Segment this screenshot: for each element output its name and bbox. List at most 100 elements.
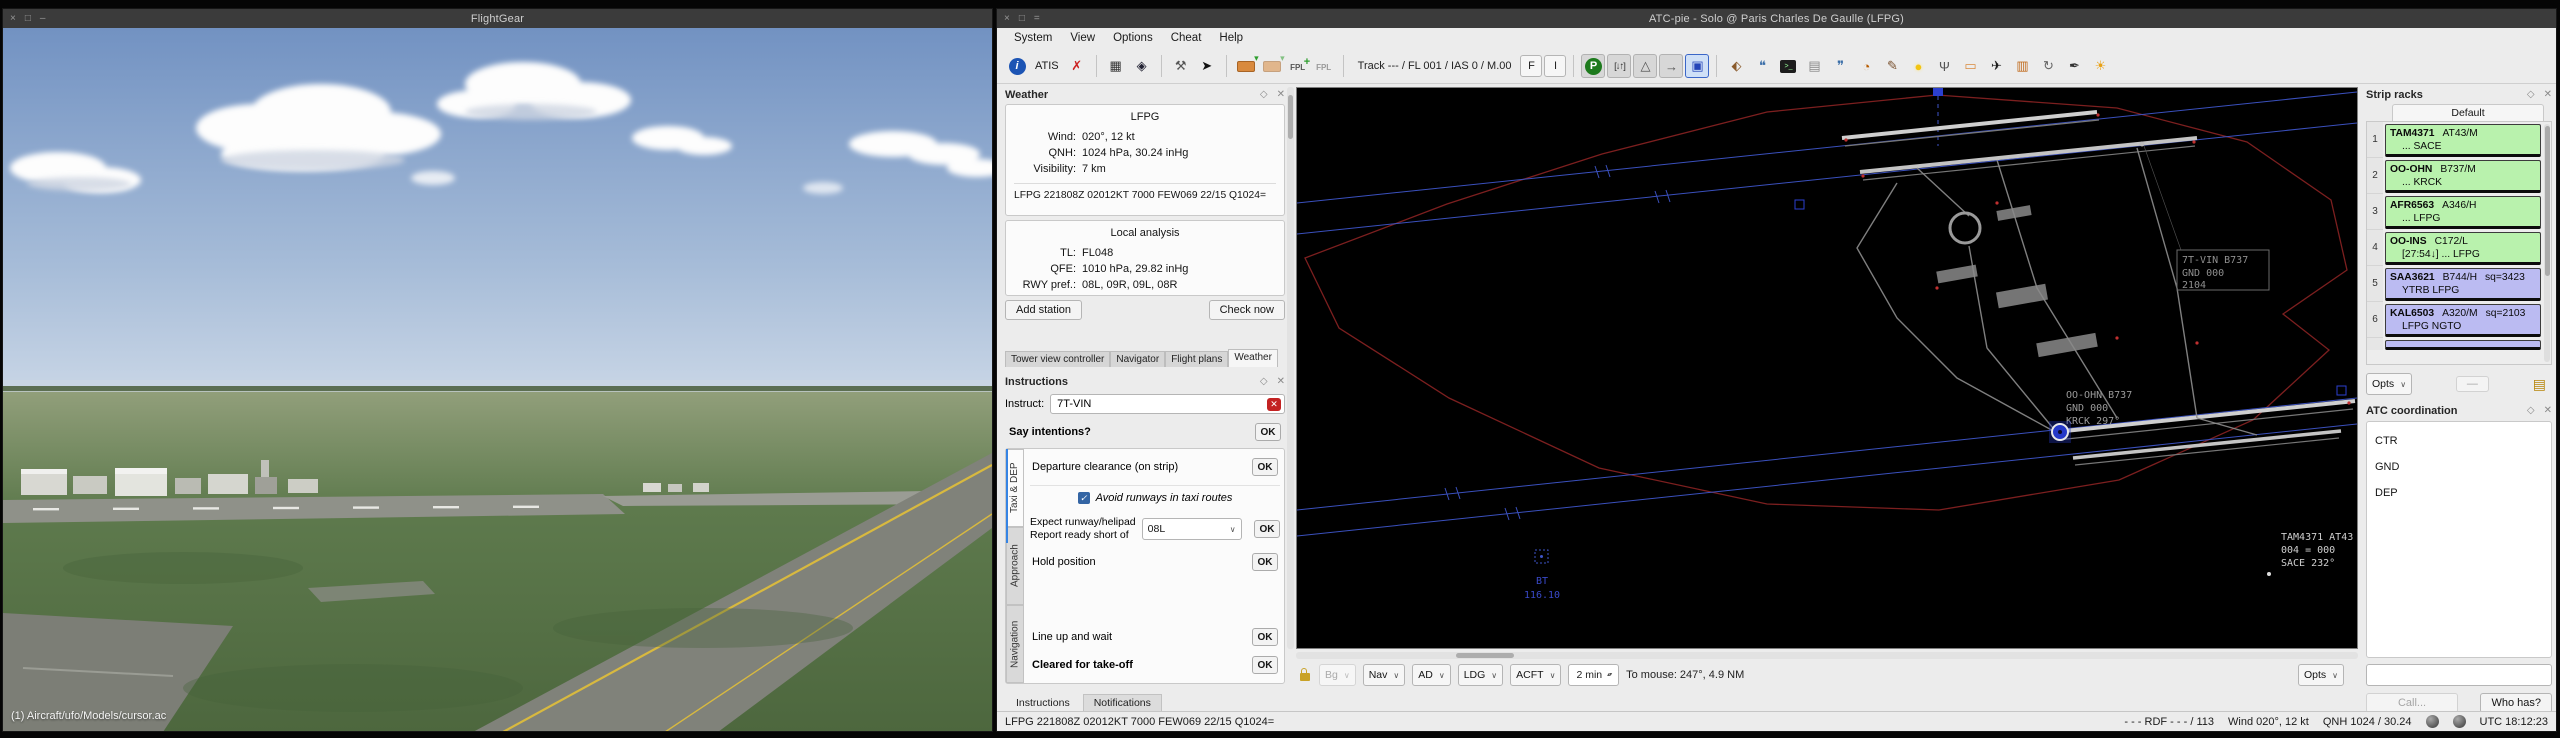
settings-tools-icon[interactable]: ⚒: [1169, 54, 1193, 78]
traffic-aircraft-icon[interactable]: ✈: [1984, 54, 2008, 78]
flightgear-titlebar[interactable]: × □ – FlightGear: [3, 9, 992, 29]
tab-navigator[interactable]: Navigator: [1110, 351, 1165, 367]
hold-position-ok-button[interactable]: OK: [1252, 553, 1278, 571]
flight-level-toggle[interactable]: F: [1520, 55, 1542, 77]
strip-search-icon[interactable]: ▭: [1958, 54, 1982, 78]
rack-icon[interactable]: ▤: [2533, 376, 2546, 393]
menu-help[interactable]: Help: [1210, 28, 1252, 49]
float-panel-icon[interactable]: ◇: [1260, 89, 1268, 100]
parking-toggle[interactable]: P: [1581, 54, 1605, 78]
close-panel-icon[interactable]: ✕: [2544, 405, 2552, 416]
notepad-icon[interactable]: ✎: [1880, 54, 1904, 78]
radar-scope[interactable]: BT 116.10 7T-VIN B737 GND 000 2104 OO-OH…: [1296, 87, 2358, 649]
minimize-icon[interactable]: –: [40, 9, 46, 28]
call-button[interactable]: Call...: [2366, 693, 2458, 713]
atc-position-ctr[interactable]: CTR: [2375, 428, 2543, 454]
radar-contact-7t-vin[interactable]: 7T-VIN B737 GND 000 2104: [2140, 142, 2270, 292]
flight-strip-partial[interactable]: [2385, 340, 2541, 350]
menu-view[interactable]: View: [1061, 28, 1104, 49]
flight-strip-saa3621[interactable]: SAA3621B744/Hsq=3423 YTRB LFPG: [2385, 268, 2541, 301]
tab-flight-plans[interactable]: Flight plans: [1165, 351, 1228, 367]
text-chat-icon[interactable]: ❞: [1828, 54, 1852, 78]
cpdlc-icon[interactable]: ❝: [1750, 54, 1774, 78]
lock-icon[interactable]: [1300, 673, 1310, 681]
runway-select[interactable]: 08L: [1142, 518, 1242, 540]
atc-position-dep[interactable]: DEP: [2375, 480, 2543, 506]
check-now-button[interactable]: Check now: [1209, 300, 1285, 320]
tab-approach[interactable]: Approach: [1006, 527, 1024, 605]
atis-button[interactable]: ATIS: [1031, 54, 1063, 78]
heading-compass-icon[interactable]: ◈: [1130, 54, 1154, 78]
ldg-layer-select[interactable]: LDG: [1458, 664, 1503, 686]
rack-tab-default[interactable]: Default: [2392, 104, 2544, 121]
instruct-callsign-input[interactable]: [1050, 394, 1285, 414]
runway-occupation-toggle[interactable]: [↓↑]: [1607, 54, 1631, 78]
radar-contact-tam4371[interactable]: TAM4371 AT43 004 = 000 SACE 232°: [2267, 532, 2353, 576]
radar-vertical-scrollbar[interactable]: [1287, 87, 1294, 649]
route-vectors-toggle[interactable]: →: [1659, 54, 1683, 78]
clock-icon[interactable]: ◔: [1854, 54, 1878, 78]
acft-layer-select[interactable]: ACFT: [1510, 664, 1561, 686]
ad-layer-select[interactable]: AD: [1412, 664, 1450, 686]
nav-layer-select[interactable]: Nav: [1363, 664, 1406, 686]
flight-strip-oo-ins[interactable]: OO-INSC172/L [27:54↓] ... LFPG: [2385, 232, 2541, 265]
flight-strip-afr6563[interactable]: AFR6563A346/H ... LFPG: [2385, 196, 2541, 229]
new-fpl-button[interactable]: FPL: [1286, 54, 1310, 78]
float-panel-icon[interactable]: ◇: [2527, 89, 2535, 100]
refresh-loop-icon[interactable]: ↻: [2036, 54, 2060, 78]
atc-position-gnd[interactable]: GND: [2375, 454, 2543, 480]
cleared-takeoff-ok-button[interactable]: OK: [1252, 656, 1278, 674]
radar-contact-oo-ohn-selected[interactable]: OO-OHN B737 GND 000 KRCK 297°: [2049, 390, 2132, 443]
tab-taxi-dep[interactable]: Taxi & DEP: [1006, 449, 1024, 527]
say-intentions-ok-button[interactable]: OK: [1255, 423, 1281, 441]
atcpie-titlebar[interactable]: × □ = ATC-pie - Solo @ Paris Charles De …: [997, 9, 2556, 29]
tab-tower-view-controller[interactable]: Tower view controller: [1005, 351, 1110, 367]
tower-view-toggle[interactable]: ▣: [1685, 54, 1709, 78]
rack-scrollbar[interactable]: [2544, 124, 2550, 362]
expect-runway-ok-button[interactable]: OK: [1254, 520, 1280, 538]
flight-strip-kal6503[interactable]: KAL6503A320/Msq=2103 LFPG NGTO: [2385, 304, 2541, 337]
close-icon[interactable]: ×: [10, 9, 16, 28]
radar-horizontal-scrollbar[interactable]: [1296, 652, 2358, 659]
add-station-button[interactable]: Add station: [1005, 300, 1082, 320]
lightbulb-button[interactable]: ●: [1906, 54, 1930, 78]
menu-system[interactable]: System: [1005, 28, 1061, 49]
flightgear-3d-view[interactable]: (1) Aircraft/ufo/Models/cursor.ac: [3, 28, 992, 731]
teacher-session-icon[interactable]: ⬖: [1724, 54, 1748, 78]
minimize-icon[interactable]: =: [1034, 9, 1040, 28]
atc-text-message-input[interactable]: [2366, 664, 2552, 686]
clear-input-icon[interactable]: [1267, 398, 1281, 411]
info-button[interactable]: i: [1005, 54, 1029, 78]
flight-strip-oo-ohn[interactable]: OO-OHNB737/M ... KRCK: [2385, 160, 2541, 193]
who-has-button[interactable]: Who has?: [2480, 693, 2552, 713]
float-panel-icon[interactable]: ◇: [2527, 405, 2535, 416]
new-strip-button[interactable]: [1234, 54, 1258, 78]
float-panel-icon[interactable]: ◇: [1260, 376, 1268, 387]
atis-dismiss-icon[interactable]: ✗: [1065, 54, 1089, 78]
marker-pen-icon[interactable]: ✒: [2062, 54, 2086, 78]
tab-navigation[interactable]: Navigation: [1006, 605, 1024, 683]
close-panel-icon[interactable]: ✕: [1277, 376, 1285, 387]
ias-toggle[interactable]: I: [1544, 55, 1566, 77]
console-button[interactable]: >_: [1776, 54, 1800, 78]
maximize-icon[interactable]: □: [1019, 9, 1025, 28]
close-panel-icon[interactable]: ✕: [1277, 89, 1285, 100]
new-linked-strip-button[interactable]: [1260, 54, 1284, 78]
radio-antenna-icon[interactable]: Ψ: [1932, 54, 1956, 78]
menu-options[interactable]: Options: [1104, 28, 1162, 49]
fpl-list-button[interactable]: FPL: [1312, 54, 1336, 78]
departure-clearance-ok-button[interactable]: OK: [1252, 458, 1278, 476]
speed-vector-time-stepper[interactable]: 2 min: [1568, 664, 1619, 686]
rack-view-icon[interactable]: ▥: [2010, 54, 2034, 78]
maximize-icon[interactable]: □: [25, 9, 31, 28]
tab-weather[interactable]: Weather: [1228, 349, 1278, 367]
rack-options-select[interactable]: Opts: [2366, 373, 2412, 395]
radar-options-select[interactable]: Opts: [2298, 664, 2344, 686]
flight-strip-tam4371[interactable]: TAM4371AT43/M ... SACE: [2385, 124, 2541, 157]
close-icon[interactable]: ×: [1004, 9, 1010, 28]
radar-antenna-toggle[interactable]: △: [1633, 54, 1657, 78]
menu-cheat[interactable]: Cheat: [1162, 28, 1211, 49]
calculator-icon[interactable]: ▦: [1104, 54, 1128, 78]
background-layer-select[interactable]: Bg: [1319, 664, 1356, 686]
solo-pointer-icon[interactable]: ➤: [1195, 54, 1219, 78]
